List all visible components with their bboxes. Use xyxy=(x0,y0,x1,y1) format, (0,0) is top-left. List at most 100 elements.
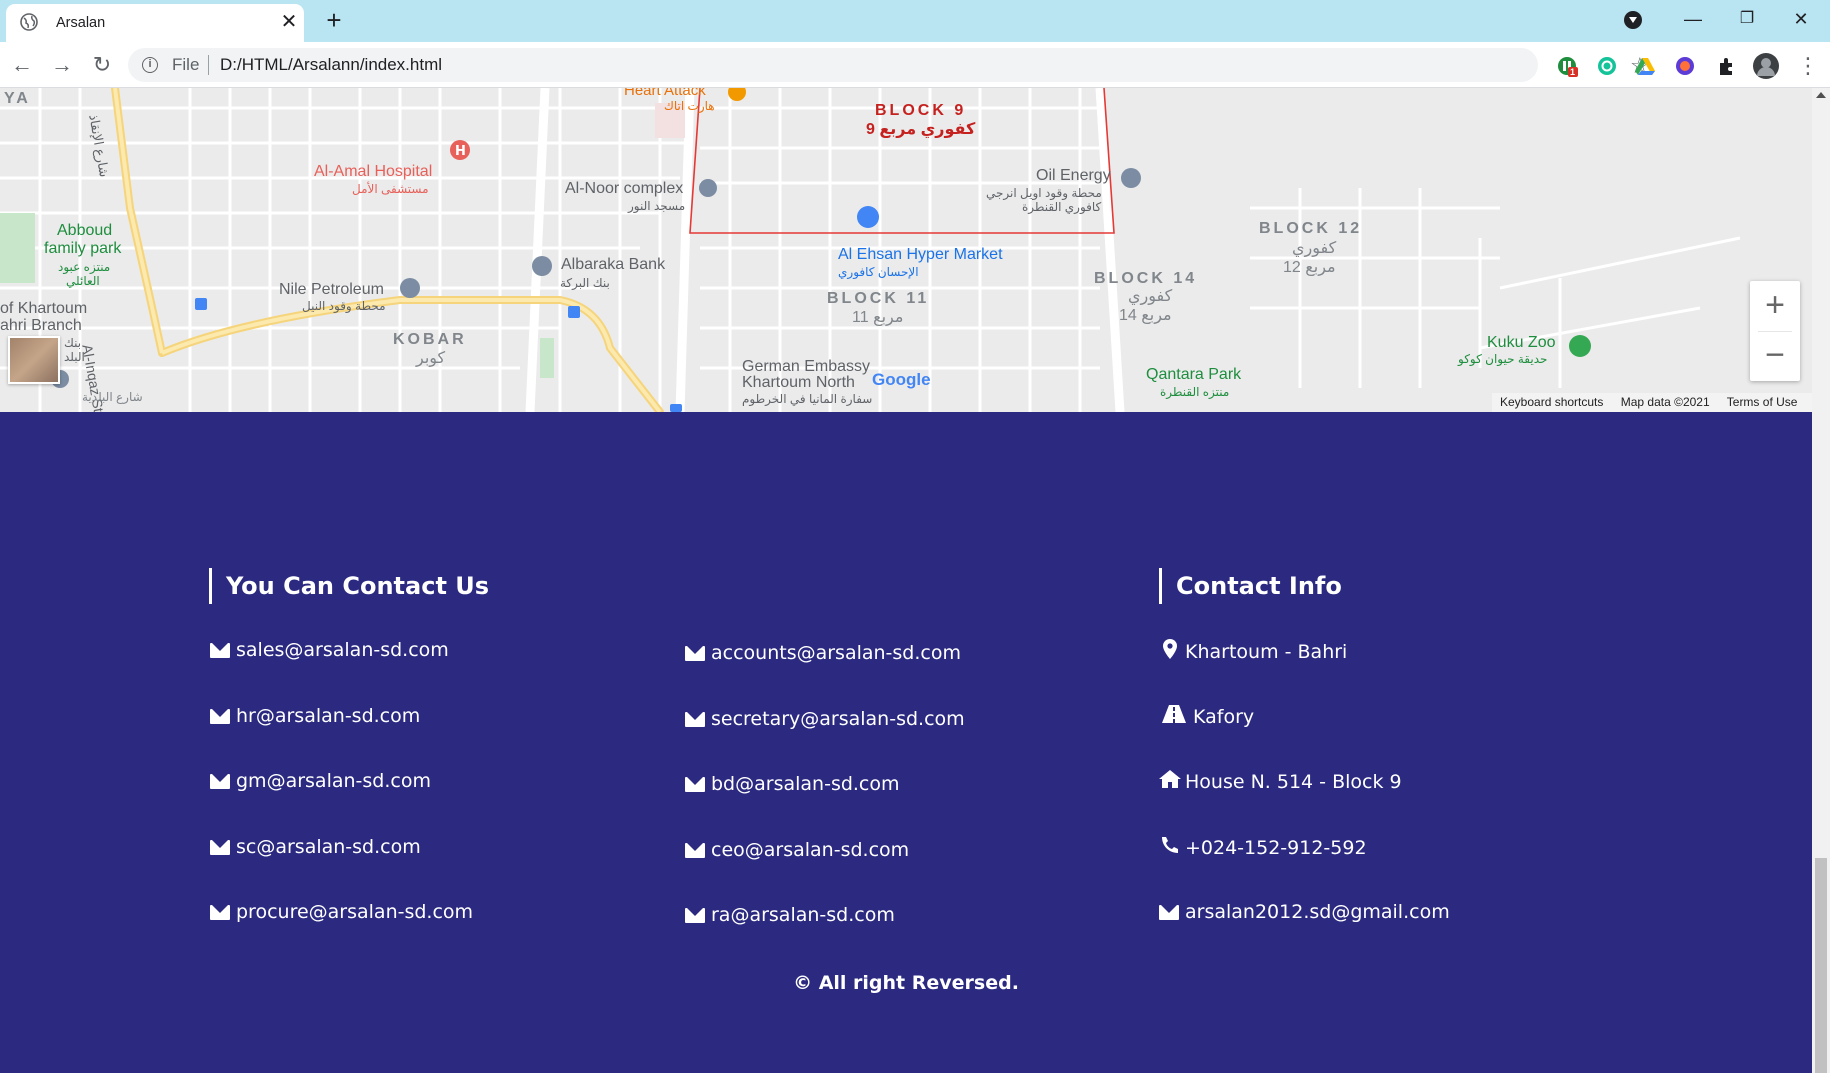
email-link-ra[interactable]: ra@arsalan-sd.com xyxy=(685,904,895,926)
scrollbar-thumb[interactable] xyxy=(1815,858,1827,1073)
map-label-al-noor-complex: Al-Noor complex xyxy=(565,180,684,197)
map-label-block12: BLOCK 12 xyxy=(1259,220,1363,237)
map-label-abboud-2: family park xyxy=(44,240,122,257)
phone-icon xyxy=(1159,836,1181,859)
minimize-button[interactable]: — xyxy=(1670,4,1716,34)
google-drive-icon[interactable] xyxy=(1634,55,1656,77)
map-label-kuku-zoo-ar: حديقة حيوان كوكو xyxy=(1458,352,1548,366)
map-label-block12-ar2: 12 مربع xyxy=(1283,259,1336,276)
page-scrollbar[interactable] xyxy=(1812,88,1830,1073)
profile-menu-icon[interactable] xyxy=(1624,11,1642,29)
contact-us-heading: You Can Contact Us xyxy=(209,568,489,604)
email-text: secretary@arsalan-sd.com xyxy=(711,708,965,730)
tab-strip: Arsalan ✕ + — ❐ ✕ xyxy=(0,0,1830,42)
google-map[interactable]: H BLOCK 9 كفوري مربع 9 Heart Attack هارت… xyxy=(0,88,1812,412)
email-link-hr[interactable]: hr@arsalan-sd.com xyxy=(210,705,420,727)
map-label-block9: BLOCK 9 xyxy=(875,102,967,119)
email-link-secretary[interactable]: secretary@arsalan-sd.com xyxy=(685,708,965,730)
contact-house: House N. 514 - Block 9 xyxy=(1159,770,1402,793)
email-link-bd[interactable]: bd@arsalan-sd.com xyxy=(685,773,900,795)
map-marker-icon xyxy=(1159,639,1181,664)
reload-icon[interactable]: ↻ xyxy=(88,51,116,79)
email-text: hr@arsalan-sd.com xyxy=(236,705,421,727)
email-link-ceo[interactable]: ceo@arsalan-sd.com xyxy=(685,839,909,861)
email-link-procure[interactable]: procure@arsalan-sd.com xyxy=(210,901,473,923)
phone-text: +024-152-912-592 xyxy=(1185,836,1367,859)
tab-title: Arsalan xyxy=(56,15,106,31)
area-text: Kafory xyxy=(1193,705,1255,728)
email-link-gm[interactable]: gm@arsalan-sd.com xyxy=(210,770,431,792)
contact-email[interactable]: arsalan2012.sd@gmail.com xyxy=(1159,901,1450,923)
map-label-german-embassy-ar: سفارة المانيا في الخرطوم xyxy=(742,392,873,406)
zoom-control: + − xyxy=(1750,281,1800,381)
window-close-button[interactable]: ✕ xyxy=(1778,4,1824,34)
map-label-albaraka-bank-ar: بنك البركة xyxy=(560,276,610,290)
envelope-icon xyxy=(685,842,705,858)
browser-menu-icon[interactable]: ⋮ xyxy=(1797,52,1819,80)
satellite-toggle-thumbnail[interactable] xyxy=(8,336,60,384)
contact-location: Khartoum - Bahri xyxy=(1159,639,1347,664)
tab-close-icon[interactable]: ✕ xyxy=(278,11,300,33)
copyright-text: © All right Reversed. xyxy=(793,972,1019,994)
globe-icon xyxy=(20,13,38,36)
vpn-extension-icon[interactable] xyxy=(1674,55,1696,77)
map-label-albaraka-bank: Albaraka Bank xyxy=(561,256,666,273)
map-label-block11-ar: 11 مربع xyxy=(852,309,904,326)
back-arrow-icon[interactable]: ← xyxy=(8,51,36,79)
house-text: House N. 514 - Block 9 xyxy=(1185,770,1402,793)
terms-of-use-link[interactable]: Terms of Use xyxy=(1727,395,1798,409)
map-label-nile-petroleum-ar: محطة وقود النيل xyxy=(302,299,386,313)
envelope-icon xyxy=(685,711,705,727)
extension-badge: 1 xyxy=(1570,67,1576,77)
map-label-block14: BLOCK 14 xyxy=(1094,270,1198,287)
envelope-icon xyxy=(685,776,705,792)
map-label-block9-ar: كفوري مربع 9 xyxy=(866,121,976,138)
map-label-oil-energy-ar2: كافوري القنطرة xyxy=(1022,200,1102,214)
browser-tab[interactable]: Arsalan ✕ xyxy=(6,4,304,42)
address-bar[interactable]: i File D:/HTML/Arsalann/index.html ☆ xyxy=(128,48,1650,82)
map-label-block14-ar: كفوري xyxy=(1128,288,1173,305)
info-icon[interactable]: i xyxy=(142,57,158,73)
new-tab-button[interactable]: + xyxy=(320,6,348,34)
map-label-kobar-ar: كوبر xyxy=(416,350,446,367)
envelope-icon xyxy=(1159,904,1179,920)
email-link-accounts[interactable]: accounts@arsalan-sd.com xyxy=(685,642,961,664)
email-text: accounts@arsalan-sd.com xyxy=(711,642,961,664)
grammarly-icon[interactable] xyxy=(1596,55,1618,77)
envelope-icon xyxy=(685,645,705,661)
svg-text:H: H xyxy=(455,144,466,159)
site-footer: You Can Contact Us Contact Info sales@ar… xyxy=(0,412,1812,1073)
url-text[interactable]: D:/HTML/Arsalann/index.html xyxy=(220,55,442,75)
zoom-out-button[interactable]: − xyxy=(1750,331,1800,381)
puzzle-extensions-icon[interactable] xyxy=(1716,55,1738,77)
map-label-block11: BLOCK 11 xyxy=(827,290,930,307)
zoom-in-button[interactable]: + xyxy=(1750,281,1800,331)
envelope-icon xyxy=(210,708,230,724)
map-label-qantara-park-ar: منتزه القنطرة xyxy=(1160,385,1230,399)
contact-info-heading: Contact Info xyxy=(1159,568,1342,604)
map-label-al-amal-hospital-ar: مستشفى الأمل xyxy=(352,182,429,196)
avatar[interactable] xyxy=(1753,53,1779,79)
map-attribution: Keyboard shortcuts Map data ©2021 Terms … xyxy=(1492,393,1812,412)
url-divider xyxy=(208,55,209,75)
forward-arrow-icon[interactable]: → xyxy=(48,51,76,79)
envelope-icon xyxy=(210,904,230,920)
email-text: sc@arsalan-sd.com xyxy=(236,836,421,858)
email-link-sales[interactable]: sales@arsalan-sd.com xyxy=(210,639,449,661)
map-label-block14-ar2: 14 مربع xyxy=(1119,307,1172,324)
email-text: ra@arsalan-sd.com xyxy=(711,904,895,926)
home-icon xyxy=(1159,770,1181,793)
map-label-abboud-ar2: العائلي xyxy=(66,274,100,288)
restore-button[interactable]: ❐ xyxy=(1724,4,1770,34)
email-link-sc[interactable]: sc@arsalan-sd.com xyxy=(210,836,421,858)
location-text: Khartoum - Bahri xyxy=(1185,640,1348,663)
contact-phone[interactable]: +024-152-912-592 xyxy=(1159,836,1367,859)
envelope-icon xyxy=(210,773,230,789)
contact-area: Kafory xyxy=(1159,705,1254,728)
map-label-al-amal-hospital: Al-Amal Hospital xyxy=(314,163,433,180)
scroll-up-arrow-icon[interactable] xyxy=(1816,92,1826,98)
keyboard-shortcuts-link[interactable]: Keyboard shortcuts xyxy=(1500,395,1603,409)
google-logo: Google xyxy=(872,370,931,389)
map-label-al-ehsan-market: Al Ehsan Hyper Market xyxy=(838,246,1003,263)
road-icon xyxy=(1159,705,1189,728)
